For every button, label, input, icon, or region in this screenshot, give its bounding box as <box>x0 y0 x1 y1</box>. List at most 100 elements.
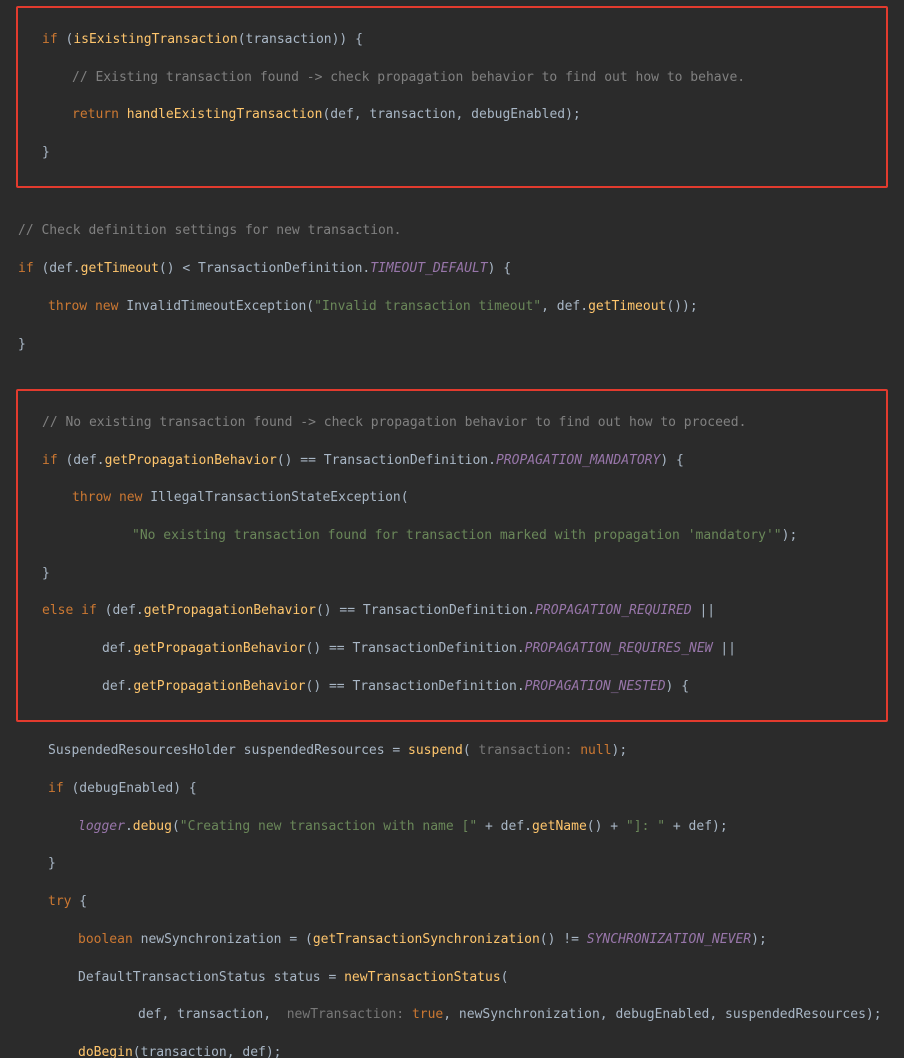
fn-call: doBegin <box>78 1045 133 1058</box>
param-hint: newTransaction: <box>279 1007 404 1022</box>
punct: (transaction, def); <box>133 1045 282 1058</box>
keyword-new: new <box>119 490 142 505</box>
comment: // No existing transaction found -> chec… <box>42 415 746 430</box>
fn-call: getPropagationBehavior <box>105 453 277 468</box>
ident: () != <box>540 932 587 947</box>
string: "No existing transaction found for trans… <box>132 528 782 543</box>
space <box>119 107 127 122</box>
fn-call: getPropagationBehavior <box>133 679 305 694</box>
ident: (def. <box>97 603 144 618</box>
punct: ); <box>751 932 767 947</box>
constant: TIMEOUT_DEFAULT <box>370 261 487 276</box>
ident: newSynchronization = ( <box>133 932 313 947</box>
ident: () == TransactionDefinition. <box>316 603 535 618</box>
brace: } <box>18 337 26 352</box>
punct: ( <box>401 490 409 505</box>
ident: (def. <box>34 261 81 276</box>
punct: ( <box>463 743 479 758</box>
keyword-new: new <box>95 299 118 314</box>
keyword-if: if <box>42 32 58 47</box>
punct: ) { <box>666 679 689 694</box>
keyword-if: if <box>48 781 64 796</box>
keyword-boolean: boolean <box>78 932 133 947</box>
fn-call: isExistingTransaction <box>73 32 237 47</box>
ident: . <box>125 819 133 834</box>
ident: || <box>692 603 715 618</box>
keyword-try: try <box>48 894 71 909</box>
constant: PROPAGATION_NESTED <box>525 679 666 694</box>
type-name: IllegalTransactionStateException <box>150 490 400 505</box>
string: "]: " <box>626 819 665 834</box>
punct: (transaction)) { <box>238 32 363 47</box>
punct: { <box>71 894 87 909</box>
keyword-if: if <box>18 261 34 276</box>
keyword-else: else <box>42 603 73 618</box>
fn-call: getPropagationBehavior <box>144 603 316 618</box>
string: "Creating new transaction with name [" <box>180 819 477 834</box>
ident: () < TransactionDefinition. <box>159 261 370 276</box>
punct: ( <box>306 299 314 314</box>
comment: // Existing transaction found -> check p… <box>72 70 745 85</box>
fn-call: getPropagationBehavior <box>133 641 305 656</box>
space <box>572 743 580 758</box>
punct: (def, transaction, debugEnabled); <box>322 107 580 122</box>
punct: ( <box>172 819 180 834</box>
punct: ); <box>782 528 798 543</box>
space <box>404 1007 412 1022</box>
code-block-middle: // Check definition settings for new tra… <box>0 204 904 374</box>
ident: + def); <box>665 819 728 834</box>
keyword-throw: throw <box>48 299 87 314</box>
ident: () + <box>587 819 626 834</box>
keyword-throw: throw <box>72 490 111 505</box>
ident: , newSynchronization, debugEnabled, susp… <box>443 1007 881 1022</box>
code-block-tail: SuspendedResourcesHolder suspendedResour… <box>0 724 904 1058</box>
highlight-box-1: if (isExistingTransaction(transaction)) … <box>16 6 888 188</box>
brace: } <box>48 856 56 871</box>
fn-call: getTimeout <box>81 261 159 276</box>
ident: , def. <box>541 299 588 314</box>
ident: () == TransactionDefinition. <box>306 641 525 656</box>
fn-call: getName <box>532 819 587 834</box>
keyword-null: null <box>580 743 611 758</box>
punct: ( <box>58 32 74 47</box>
field-ref: logger <box>78 819 125 834</box>
punct: ( <box>501 970 509 985</box>
punct: ) { <box>488 261 511 276</box>
keyword-if: if <box>81 603 97 618</box>
fn-call: debug <box>133 819 172 834</box>
punct: ()); <box>666 299 697 314</box>
ident: (def. <box>58 453 105 468</box>
fn-call: newTransactionStatus <box>344 970 501 985</box>
ident: SuspendedResourcesHolder suspendedResour… <box>48 743 408 758</box>
constant: PROPAGATION_REQUIRES_NEW <box>525 641 713 656</box>
ident: || <box>713 641 736 656</box>
ident: def, transaction, <box>138 1007 279 1022</box>
highlight-box-2: // No existing transaction found -> chec… <box>16 389 888 721</box>
comment: // Check definition settings for new tra… <box>18 223 402 238</box>
constant: PROPAGATION_REQUIRED <box>535 603 692 618</box>
string: "Invalid transaction timeout" <box>314 299 541 314</box>
type-name: InvalidTimeoutException <box>126 299 306 314</box>
keyword-if: if <box>42 453 58 468</box>
fn-call: handleExistingTransaction <box>127 107 323 122</box>
ident: DefaultTransactionStatus status = <box>78 970 344 985</box>
code-block-2: // No existing transaction found -> chec… <box>24 395 880 715</box>
ident: () == TransactionDefinition. <box>306 679 525 694</box>
ident: def. <box>102 679 133 694</box>
brace: } <box>42 145 50 160</box>
keyword-true: true <box>412 1007 443 1022</box>
ident: () == TransactionDefinition. <box>277 453 496 468</box>
constant: PROPAGATION_MANDATORY <box>496 453 660 468</box>
fn-call: getTransactionSynchronization <box>313 932 540 947</box>
space <box>87 299 95 314</box>
code-block-1: if (isExistingTransaction(transaction)) … <box>24 12 880 182</box>
fn-call: getTimeout <box>588 299 666 314</box>
ident: + def. <box>477 819 532 834</box>
space <box>111 490 119 505</box>
param-hint: transaction: <box>478 743 572 758</box>
fn-call: suspend <box>408 743 463 758</box>
brace: } <box>42 566 50 581</box>
punct: ); <box>612 743 628 758</box>
space <box>73 603 81 618</box>
constant: SYNCHRONIZATION_NEVER <box>587 932 751 947</box>
